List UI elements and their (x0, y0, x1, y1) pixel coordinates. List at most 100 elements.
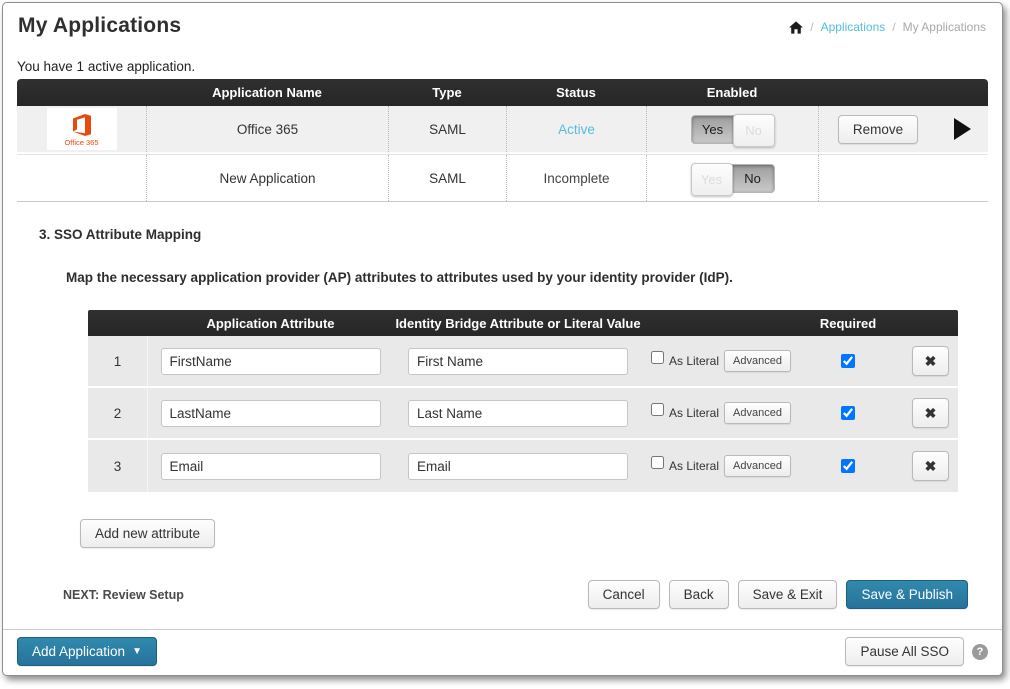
office-365-icon (69, 112, 95, 138)
as-literal-cell: As Literal Advanced (643, 388, 793, 438)
application-type-cell: SAML (388, 106, 506, 152)
expand-cell-empty (937, 155, 988, 201)
pause-all-sso-button[interactable]: Pause All SSO (845, 637, 964, 666)
office-365-logo: Office 365 (47, 108, 117, 150)
header-required: Required (793, 316, 903, 331)
toggle-no-label[interactable]: No (733, 114, 775, 147)
my-applications-page: My Applications / Applications / My Appl… (2, 2, 1003, 676)
application-status-cell: Incomplete (506, 155, 646, 201)
header-type: Type (388, 85, 506, 100)
add-attribute-wrap: Add new attribute (80, 519, 1002, 548)
application-attribute-cell (148, 336, 393, 386)
toggle-yes-label[interactable]: Yes (691, 163, 733, 196)
mapping-table-header: Application Attribute Identity Bridge At… (88, 310, 958, 336)
page-footer: Add Application ▼ Pause All SSO ? (3, 629, 1002, 675)
breadcrumb-link-applications[interactable]: Applications (821, 20, 886, 34)
row-number: 3 (88, 440, 148, 492)
as-literal-checkbox[interactable] (651, 351, 664, 364)
enabled-cell: Yes No (646, 155, 818, 201)
home-icon[interactable] (789, 21, 803, 34)
mapping-instruction: Map the necessary application provider (… (66, 270, 1002, 285)
advanced-button[interactable]: Advanced (724, 455, 791, 477)
required-checkbox[interactable] (841, 459, 855, 473)
mapping-row-3: 3 As Literal Advanced ✖ (88, 440, 958, 492)
as-literal-cell: As Literal Advanced (643, 336, 793, 386)
page-header: My Applications / Applications / My Appl… (3, 3, 1002, 38)
table-row-new-application: New Application SAML Incomplete Yes No (17, 154, 988, 202)
active-application-count: You have 1 active application. (17, 59, 1002, 74)
application-name-cell: New Application (146, 155, 388, 201)
required-cell (793, 336, 903, 386)
remove-attribute-cell: ✖ (903, 388, 958, 438)
remove-attribute-button[interactable]: ✖ (912, 451, 949, 481)
breadcrumb: / Applications / My Applications (789, 20, 986, 34)
cancel-button[interactable]: Cancel (588, 580, 660, 609)
remove-attribute-cell: ✖ (903, 440, 958, 492)
chevron-down-icon: ▼ (132, 646, 142, 657)
add-application-label: Add Application (32, 644, 125, 659)
as-literal-checkbox[interactable] (651, 456, 664, 469)
enabled-toggle-new-application[interactable]: Yes No (691, 164, 775, 193)
toggle-no-label[interactable]: No (732, 165, 774, 192)
remove-cell-empty (818, 155, 937, 201)
remove-attribute-button[interactable]: ✖ (912, 398, 949, 428)
page-title: My Applications (18, 14, 181, 38)
remove-attribute-cell: ✖ (903, 336, 958, 386)
identity-bridge-attribute-cell (393, 440, 643, 492)
add-new-attribute-button[interactable]: Add new attribute (80, 519, 215, 548)
advanced-button[interactable]: Advanced (724, 402, 791, 424)
header-application-attribute: Application Attribute (148, 316, 393, 331)
required-checkbox[interactable] (841, 354, 855, 368)
as-literal-label: As Literal (669, 354, 719, 368)
save-exit-button[interactable]: Save & Exit (738, 580, 838, 609)
advanced-button[interactable]: Advanced (724, 350, 791, 372)
required-cell (793, 388, 903, 438)
remove-cell: Remove (818, 106, 937, 152)
sso-attribute-mapping-heading: 3. SSO Attribute Mapping (39, 227, 1002, 242)
application-attribute-input[interactable] (161, 453, 381, 480)
applications-table: Application Name Type Status Enabled Off… (17, 79, 988, 202)
expand-arrow-icon[interactable] (954, 118, 971, 140)
mapping-row-1: 1 As Literal Advanced ✖ (88, 336, 958, 388)
remove-attribute-button[interactable]: ✖ (912, 346, 949, 376)
breadcrumb-current: My Applications (903, 20, 986, 34)
toggle-yes-label[interactable]: Yes (692, 116, 734, 143)
application-attribute-cell (148, 440, 393, 492)
application-attribute-input[interactable] (161, 348, 381, 375)
enabled-cell: Yes No (646, 106, 818, 152)
save-publish-button[interactable]: Save & Publish (846, 580, 968, 609)
back-button[interactable]: Back (669, 580, 729, 609)
header-enabled: Enabled (646, 85, 818, 100)
applications-table-header: Application Name Type Status Enabled (17, 79, 988, 106)
application-status-cell: Active (506, 106, 646, 152)
application-attribute-cell (148, 388, 393, 438)
header-identity-bridge-attribute: Identity Bridge Attribute or Literal Val… (393, 316, 643, 331)
row-number: 2 (88, 388, 148, 438)
required-checkbox[interactable] (841, 406, 855, 420)
footer-right: Pause All SSO ? (845, 637, 988, 666)
add-application-button[interactable]: Add Application ▼ (17, 637, 157, 666)
application-name-cell: Office 365 (146, 106, 388, 152)
header-status: Status (506, 85, 646, 100)
as-literal-label: As Literal (669, 459, 719, 473)
application-type-cell: SAML (388, 155, 506, 201)
expand-cell (937, 106, 988, 152)
as-literal-checkbox[interactable] (651, 403, 664, 416)
logo-cell-empty (17, 155, 146, 201)
next-step-label: NEXT: Review Setup (63, 588, 184, 602)
wizard-buttons: Cancel Back Save & Exit Save & Publish (588, 580, 968, 609)
office-365-logo-caption: Office 365 (64, 139, 98, 147)
identity-bridge-attribute-input[interactable] (408, 400, 628, 427)
row-number: 1 (88, 336, 148, 386)
remove-button[interactable]: Remove (838, 115, 918, 144)
header-application-name: Application Name (146, 85, 388, 100)
help-icon[interactable]: ? (972, 644, 988, 660)
identity-bridge-attribute-input[interactable] (408, 348, 628, 375)
enabled-toggle-office-365[interactable]: Yes No (691, 115, 775, 144)
table-row-office-365: Office 365 Office 365 SAML Active Yes No… (17, 106, 988, 154)
breadcrumb-separator: / (810, 20, 813, 34)
identity-bridge-attribute-input[interactable] (408, 453, 628, 480)
application-attribute-input[interactable] (161, 400, 381, 427)
breadcrumb-separator: / (892, 20, 895, 34)
identity-bridge-attribute-cell (393, 336, 643, 386)
